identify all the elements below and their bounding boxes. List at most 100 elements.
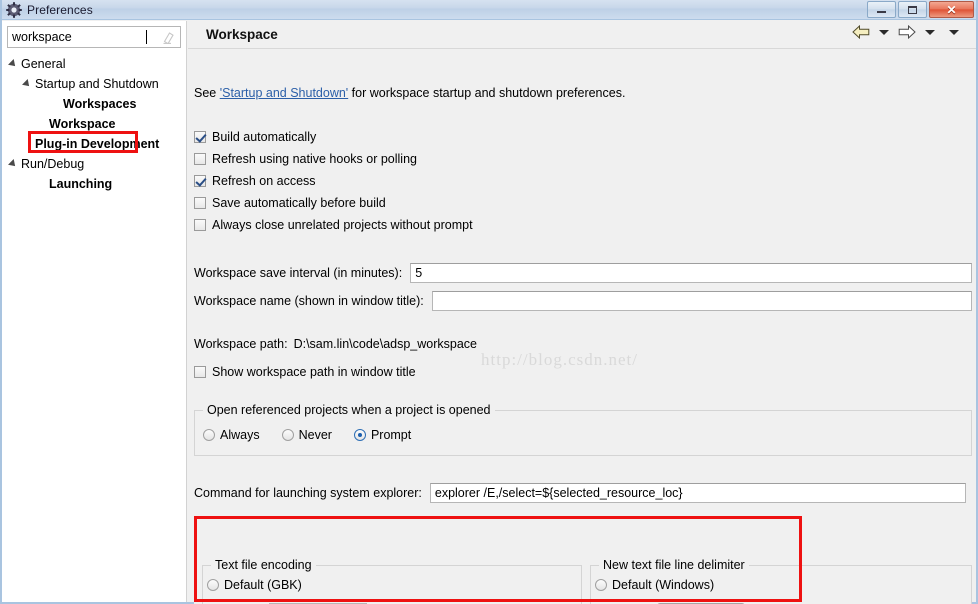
checkbox-label: Refresh on access <box>212 174 316 188</box>
collapse-arrow-icon[interactable] <box>8 159 18 169</box>
checkbox-label: Refresh using native hooks or polling <box>212 152 417 166</box>
checkbox-row-refresh-using-native-hooks-or-polling[interactable]: Refresh using native hooks or polling <box>194 150 417 168</box>
intro-text: See 'Startup and Shutdown' for workspace… <box>194 86 625 100</box>
tree-item-workspace[interactable]: Workspace <box>2 114 187 134</box>
workspace-name-input[interactable] <box>431 291 972 311</box>
workspace-path-label: Workspace path: <box>194 337 288 351</box>
workspace-path-row: Workspace path: D:\sam.lin\code\adsp_wor… <box>194 337 477 351</box>
tree-item-label: Run/Debug <box>21 157 85 171</box>
checkbox-label: Save automatically before build <box>212 196 386 210</box>
search-box[interactable] <box>7 26 181 48</box>
checkbox-row-refresh-on-access[interactable]: Refresh on access <box>194 172 316 190</box>
minimize-button[interactable] <box>867 1 896 18</box>
maximize-icon <box>908 5 917 14</box>
radio-delimiter-default-label: Default (Windows) <box>612 578 715 592</box>
system-explorer-command-input[interactable]: explorer /E,/select=${selected_resource_… <box>429 483 966 503</box>
tree-item-workspaces[interactable]: Workspaces <box>2 94 187 114</box>
checkbox-refresh-on-access[interactable] <box>194 175 206 187</box>
checkbox-row-save-automatically-before-build[interactable]: Save automatically before build <box>194 194 386 212</box>
page-nav-buttons <box>852 25 964 39</box>
text-caret <box>146 30 147 44</box>
tree-item-run-debug[interactable]: Run/Debug <box>2 154 187 174</box>
startup-shutdown-link[interactable]: 'Startup and Shutdown' <box>220 86 348 100</box>
intro-suffix: for workspace startup and shutdown prefe… <box>348 86 626 100</box>
window-titlebar: Preferences ✕ <box>2 0 976 20</box>
open-referenced-projects-title: Open referenced projects when a project … <box>203 403 495 417</box>
show-workspace-path-checkbox[interactable] <box>194 366 206 378</box>
eraser-clear-icon[interactable] <box>162 31 175 44</box>
view-menu-chevron-down-icon[interactable] <box>949 29 959 35</box>
maximize-button[interactable] <box>898 1 927 18</box>
preferences-tree[interactable]: General Startup and Shutdown Workspaces Wor… <box>2 54 187 194</box>
forward-history-chevron-down-icon[interactable] <box>925 29 935 35</box>
checkbox-save-automatically-before-build[interactable] <box>194 197 206 209</box>
window-controls: ✕ <box>867 1 974 18</box>
page-header: Workspace <box>188 21 976 49</box>
tree-item-startup-and-shutdown[interactable]: Startup and Shutdown <box>2 74 187 94</box>
preferences-dialog: Preferences ✕ GeneralStartu <box>0 0 978 604</box>
checkbox-label: Always close unrelated projects without … <box>212 218 473 232</box>
radio-prompt-label: Prompt <box>370 428 412 442</box>
back-arrow-icon[interactable] <box>852 25 870 39</box>
minimize-icon <box>877 11 886 13</box>
tree-item-launching[interactable]: Launching <box>2 174 187 194</box>
tree-item-label: Launching <box>49 177 113 191</box>
watermark-text: http://blog.csdn.net/ <box>481 350 638 369</box>
tree-item-plug-in-development[interactable]: Plug-in Development <box>2 134 187 154</box>
radio-never[interactable] <box>281 429 294 441</box>
line-delimiter-title: New text file line delimiter <box>599 558 749 572</box>
tree-item-label: General <box>21 57 66 71</box>
system-explorer-command-row: Command for launching system explorer: e… <box>194 483 966 503</box>
radio-always-label: Always <box>220 428 260 442</box>
window-title: Preferences <box>27 2 93 17</box>
search-input[interactable] <box>8 28 148 46</box>
checkbox-always-close-unrelated-projects-without-prompt[interactable] <box>194 219 206 231</box>
intro-prefix: See <box>194 86 220 100</box>
text-file-encoding-title: Text file encoding <box>211 558 316 572</box>
encoding-default-row[interactable]: Default (GBK) <box>207 578 324 592</box>
preferences-sidebar: General Startup and Shutdown Workspaces Wor… <box>2 21 187 602</box>
close-button[interactable]: ✕ <box>929 1 974 18</box>
page-title: Workspace <box>206 27 278 42</box>
checkbox-label: Build automatically <box>212 130 317 144</box>
save-interval-input[interactable]: 5 <box>410 263 973 283</box>
tree-item-general[interactable]: General <box>2 54 187 74</box>
collapse-arrow-icon[interactable] <box>8 59 18 69</box>
save-interval-row: Workspace save interval (in minutes): 5 <box>194 263 973 283</box>
collapse-arrow-icon[interactable] <box>22 79 32 89</box>
text-file-encoding-group: Text file encoding Default (GBK) Other: … <box>202 558 582 604</box>
show-workspace-path-label: Show workspace path in window title <box>212 365 416 379</box>
checkbox-build-automatically[interactable] <box>194 131 206 143</box>
tree-item-label: Plug-in Development <box>35 137 160 151</box>
workspace-name-label: Workspace name (shown in window title): <box>194 294 424 308</box>
preferences-content: Workspace See 'Startup and Shutdown' for… <box>188 21 976 604</box>
back-history-chevron-down-icon[interactable] <box>879 29 889 35</box>
delimiter-default-row[interactable]: Default (Windows) <box>595 578 736 592</box>
tree-item-label: Workspace <box>49 117 116 131</box>
encoding-section: Text file encoding Default (GBK) Other: … <box>194 547 972 604</box>
tree-item-label: Startup and Shutdown <box>35 77 159 91</box>
tree-item-label: Workspaces <box>63 97 137 111</box>
radio-encoding-default-label: Default (GBK) <box>224 578 302 592</box>
show-workspace-path-row[interactable]: Show workspace path in window title <box>194 363 416 381</box>
radio-always[interactable] <box>203 429 215 441</box>
gear-icon <box>6 1 22 18</box>
radio-prompt[interactable] <box>353 429 366 441</box>
line-delimiter-group: New text file line delimiter Default (Wi… <box>590 558 972 604</box>
workspace-path-value: D:\sam.lin\code\adsp_workspace <box>293 337 478 351</box>
radio-encoding-default[interactable] <box>207 579 219 591</box>
workspace-name-row: Workspace name (shown in window title): <box>194 291 972 311</box>
open-referenced-radio-row: Always Never Prompt <box>203 428 433 442</box>
checkbox-refresh-using-native-hooks-or-polling[interactable] <box>194 153 206 165</box>
save-interval-label: Workspace save interval (in minutes): <box>194 266 403 280</box>
system-explorer-command-label: Command for launching system explorer: <box>194 486 422 500</box>
checkbox-row-build-automatically[interactable]: Build automatically <box>194 128 316 146</box>
checkbox-row-always-close-unrelated-projects-without-prompt[interactable]: Always close unrelated projects without … <box>194 216 473 234</box>
radio-delimiter-default[interactable] <box>595 579 607 591</box>
workspace-preference-page: See 'Startup and Shutdown' for workspace… <box>188 50 976 604</box>
forward-arrow-icon[interactable] <box>898 25 916 39</box>
